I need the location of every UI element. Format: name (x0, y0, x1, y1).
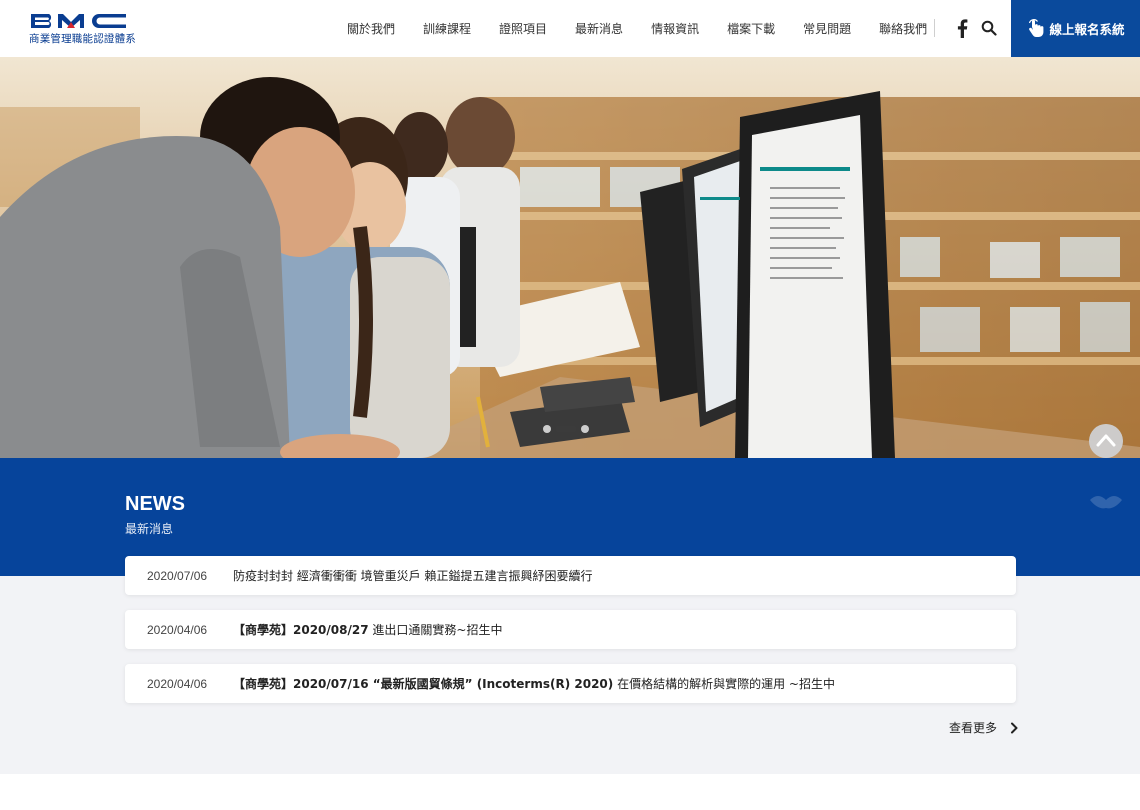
bmc-logo-mark (31, 14, 126, 28)
news-date: 2020/07/06 (147, 568, 208, 583)
logo-subtitle: 商業管理職能認證體系 (29, 33, 136, 45)
nav-item-contact[interactable]: 聯絡我們 (879, 20, 927, 37)
news-item[interactable]: 2020/04/06 【商學苑】2020/08/27 進出口通關實務~招生中 (125, 610, 1016, 649)
handshake-icon (1090, 496, 1122, 509)
carousel-dot-active[interactable] (555, 426, 577, 432)
news-date: 2020/04/06 (147, 622, 208, 637)
chevron-right-icon (1011, 722, 1018, 733)
hand-pointer-icon (1029, 18, 1044, 37)
nav-item-intel[interactable]: 情報資訊 (651, 20, 699, 37)
news-headline: 【商學苑】2020/07/16 “最新版國貿條規” (Incoterms(R) … (233, 675, 835, 692)
nav-item-about[interactable]: 關於我們 (347, 20, 395, 37)
hero-image (0, 57, 1140, 458)
news-headline-text: 在價格結構的解析與實際的運用 ~招生中 (613, 677, 835, 691)
nav-item-courses[interactable]: 訓練課程 (423, 20, 471, 37)
carousel-dot[interactable] (581, 425, 589, 433)
nav-item-news[interactable]: 最新消息 (575, 20, 623, 37)
carousel-dot[interactable] (543, 425, 551, 433)
news-headline-prefix: 【商學苑】2020/08/27 (233, 623, 369, 637)
hero-banner (0, 57, 1140, 458)
nav-divider (934, 19, 935, 37)
news-headline-prefix: 【商學苑】2020/07/16 “最新版國貿條規” (Incoterms(R) … (233, 677, 614, 691)
online-signup-button[interactable]: 線上報名系統 (1011, 0, 1140, 57)
back-to-top-button[interactable] (1089, 424, 1123, 458)
more-news-label: 查看更多 (949, 721, 998, 735)
news-subtitle: 最新消息 (125, 522, 174, 536)
news-headline: 防疫封封封 經濟衝衝衝 境管重災戶 賴正鎰提五建言振興紓困要續行 (233, 567, 592, 584)
news-title: NEWS (125, 493, 185, 515)
news-headline-text: 進出口通關實務~招生中 (368, 623, 503, 637)
search-icon[interactable] (981, 20, 997, 36)
main-nav: 關於我們 訓練課程 證照項目 最新消息 情報資訊 檔案下載 常見問題 聯絡我們 (333, 0, 941, 57)
news-headline-text: 防疫封封封 經濟衝衝衝 境管重災戶 賴正鎰提五建言振興紓困要續行 (233, 569, 593, 583)
facebook-icon[interactable] (955, 18, 969, 38)
news-item[interactable]: 2020/07/06 防疫封封封 經濟衝衝衝 境管重災戶 賴正鎰提五建言振興紓困… (125, 556, 1016, 595)
site-header: 商業管理職能認證體系 關於我們 訓練課程 證照項目 最新消息 情報資訊 檔案下載… (0, 0, 1140, 57)
nav-item-faq[interactable]: 常見問題 (803, 20, 851, 37)
site-logo[interactable]: 商業管理職能認證體系 (29, 12, 136, 46)
signup-label: 線上報名系統 (1049, 22, 1125, 37)
news-date: 2020/04/06 (147, 676, 208, 691)
nav-item-certifications[interactable]: 證照項目 (499, 20, 547, 37)
carousel-dots (543, 425, 589, 433)
news-headline: 【商學苑】2020/08/27 進出口通關實務~招生中 (233, 621, 502, 638)
more-news-link[interactable]: 查看更多 (949, 719, 1019, 736)
nav-item-downloads[interactable]: 檔案下載 (727, 20, 775, 37)
news-item[interactable]: 2020/04/06 【商學苑】2020/07/16 “最新版國貿條規” (In… (125, 664, 1016, 703)
